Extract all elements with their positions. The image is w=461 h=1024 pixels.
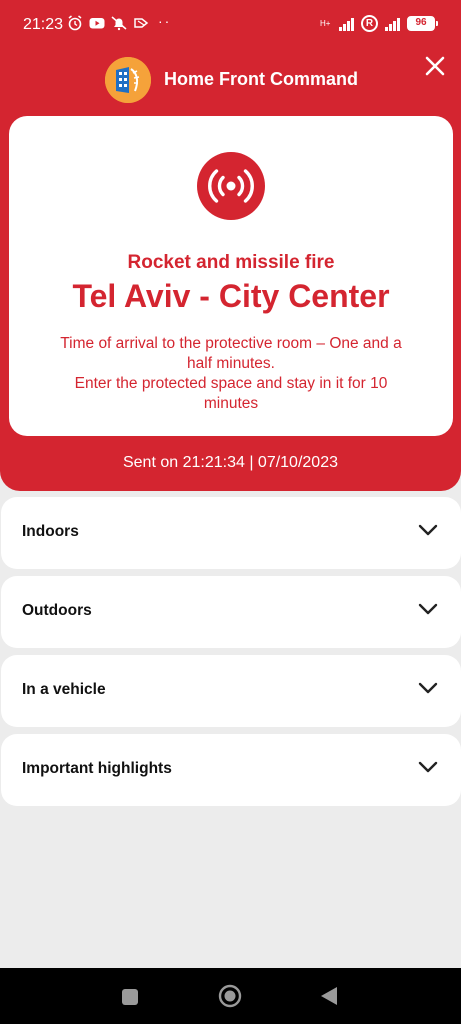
- notification-icons: [67, 15, 149, 31]
- chevron-down-icon: [418, 603, 438, 615]
- app-title: Home Front Command: [164, 69, 359, 89]
- section-label: Outdoors: [22, 602, 92, 619]
- alert-location: Tel Aviv - City Center: [72, 278, 390, 314]
- more-notifications-icon: ··: [158, 13, 172, 29]
- system-navigation-bar: [0, 968, 461, 1024]
- home-front-command-logo: [105, 57, 151, 103]
- section-label: Indoors: [22, 523, 79, 540]
- close-button[interactable]: [421, 52, 449, 80]
- section-indoors[interactable]: Indoors: [1, 497, 461, 569]
- recents-square-icon[interactable]: [121, 988, 139, 1006]
- section-label: Important highlights: [22, 760, 172, 777]
- broadcast-signal-icon: [197, 152, 265, 220]
- alert-instructions: Time of arrival to the protective room –…: [49, 334, 413, 414]
- instructions-line-2: Enter the protected space and stay in it…: [74, 375, 388, 412]
- close-icon: [425, 56, 445, 76]
- section-label: In a vehicle: [22, 681, 106, 698]
- chevron-down-icon: [418, 761, 438, 773]
- system-indicators: H+ R 96: [320, 15, 438, 32]
- alert-card: Rocket and missile fire Tel Aviv - City …: [9, 116, 453, 436]
- alert-type: Rocket and missile fire: [127, 252, 335, 273]
- section-in-a-vehicle[interactable]: In a vehicle: [1, 655, 461, 727]
- section-important-highlights[interactable]: Important highlights: [1, 734, 461, 806]
- alarm-clock-icon: [68, 15, 82, 31]
- status-bar: 21:23 ·· H+ R 96: [0, 0, 461, 50]
- home-circle-icon[interactable]: [218, 984, 242, 1008]
- sent-timestamp: Sent on 21:21:34 | 07/10/2023: [122, 454, 338, 471]
- youtube-icon: [89, 18, 105, 29]
- status-time: 21:23: [23, 16, 64, 33]
- logo-emblem-icon: [105, 57, 151, 103]
- instructions-line-1: Time of arrival to the protective room –…: [60, 335, 402, 372]
- signal-strength-icon: [339, 17, 354, 31]
- network-type-label: H+: [320, 18, 331, 28]
- roaming-icon: R: [361, 15, 378, 32]
- signal-strength-icon-2: [385, 17, 400, 31]
- battery-icon: 96: [407, 16, 438, 31]
- tag-icon: [134, 18, 149, 28]
- chevron-down-icon: [418, 524, 438, 536]
- back-triangle-icon[interactable]: [320, 986, 338, 1006]
- chevron-down-icon: [418, 682, 438, 694]
- notification-muted-icon: [111, 16, 127, 31]
- section-outdoors[interactable]: Outdoors: [1, 576, 461, 648]
